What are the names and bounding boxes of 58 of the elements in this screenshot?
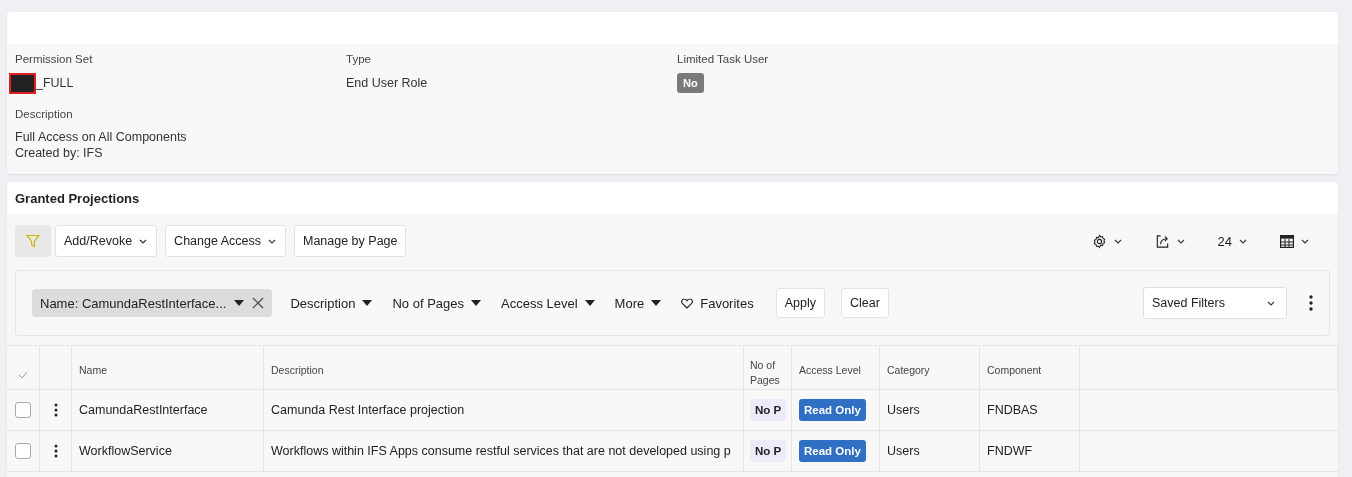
clear-button[interactable]: Clear xyxy=(840,288,889,318)
column-header[interactable]: No of Pages xyxy=(750,357,785,389)
column-header[interactable]: Category xyxy=(887,363,930,379)
field-label: Limited Task User xyxy=(677,53,769,65)
column-header[interactable]: Description xyxy=(271,363,324,379)
field-value: End User Role xyxy=(346,76,428,90)
column-header[interactable]: Name xyxy=(79,363,107,379)
settings-icon xyxy=(1091,233,1107,249)
description-text: Created by: IFS xyxy=(15,146,104,160)
heart-icon xyxy=(681,297,694,309)
saved-filters-dropdown[interactable]: Saved Filters xyxy=(1143,287,1287,319)
table-cell: FNDBAS xyxy=(987,403,1038,417)
table-cell: FNDWF xyxy=(987,444,1033,458)
description-text: Full Access on All Components xyxy=(15,130,188,144)
caret-down-icon xyxy=(362,299,373,307)
filter-dropdown[interactable]: Description xyxy=(284,295,379,311)
toolbar-button[interactable]: Change Access xyxy=(165,225,286,257)
select-all-icon[interactable] xyxy=(18,371,28,379)
more-options-icon[interactable] xyxy=(1309,295,1313,311)
table-cell: Workflows within IFS Apps consume restful services that are not developed using p xyxy=(271,444,731,458)
filter-dropdown[interactable]: No of Pages xyxy=(386,295,487,311)
pages-badge: No P xyxy=(750,440,787,462)
column-header[interactable]: Component xyxy=(987,363,1042,379)
table-cell: Users xyxy=(887,403,920,417)
field-label: Description xyxy=(15,108,74,120)
table-cell: Users xyxy=(887,444,920,458)
caret-down-icon xyxy=(651,299,662,307)
field-label: Type xyxy=(346,53,372,65)
table-cell: CamundaRestInterface xyxy=(79,403,208,417)
favorites-button[interactable]: Favorites xyxy=(675,295,760,311)
access-badge: Read Only xyxy=(799,440,866,462)
toolbar-button[interactable]: Manage by Page xyxy=(293,225,407,257)
filter-dropdown[interactable]: Access Level xyxy=(495,295,601,311)
table-icon xyxy=(1280,234,1294,248)
field-label: Permission Set xyxy=(15,53,94,65)
row-checkbox[interactable] xyxy=(15,443,31,459)
status-badge: No xyxy=(677,73,704,93)
caret-down-icon xyxy=(584,299,595,307)
filter-icon xyxy=(25,233,41,249)
column-header[interactable]: Access Level xyxy=(799,363,861,379)
caret-down-icon xyxy=(234,299,245,307)
toolbar-button[interactable]: Add/Revoke xyxy=(55,225,158,257)
row-menu-icon[interactable] xyxy=(53,444,58,458)
row-menu-icon[interactable] xyxy=(53,403,58,417)
caret-down-icon xyxy=(471,299,481,307)
filter-chip[interactable]: Name: CamundaRestInterface... xyxy=(32,289,273,317)
export-icon xyxy=(1154,233,1170,249)
table-cell: Camunda Rest Interface projection xyxy=(271,403,465,417)
section-title: Granted Projections xyxy=(15,190,140,206)
pages-badge: No P xyxy=(750,399,787,421)
apply-button[interactable]: Apply xyxy=(775,288,825,318)
field-value: _FULL xyxy=(36,76,74,90)
access-badge: Read Only xyxy=(799,399,866,421)
table-cell: WorkflowService xyxy=(79,444,172,458)
close-icon[interactable] xyxy=(252,297,265,309)
filter-dropdown[interactable]: More xyxy=(608,295,668,311)
row-checkbox[interactable] xyxy=(15,402,31,418)
page-size-button[interactable]: 24 xyxy=(1209,233,1256,249)
